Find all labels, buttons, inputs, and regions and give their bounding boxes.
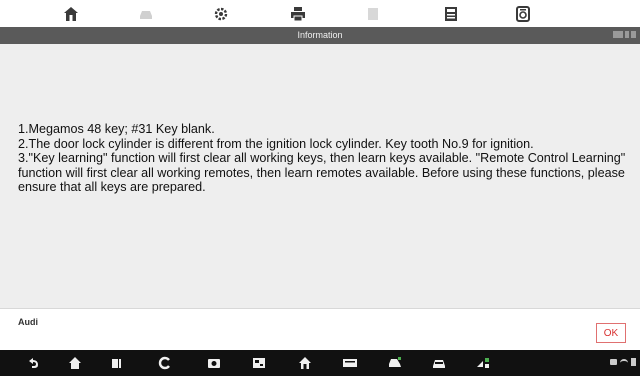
information-panel: 1.Megamos 48 key; #31 Key blank. 2.The d… [0, 44, 640, 308]
information-text: 1.Megamos 48 key; #31 Key blank. 2.The d… [18, 122, 628, 195]
recent-apps-icon[interactable] [108, 354, 126, 372]
car-icon[interactable] [386, 354, 404, 372]
save-icon[interactable] [440, 3, 462, 25]
settings-icon[interactable] [210, 3, 232, 25]
vehicle-brand-label: Audi [18, 317, 38, 327]
maxisys-home-icon[interactable] [296, 354, 314, 372]
help-icon[interactable] [362, 3, 384, 25]
title-bar: Information [0, 27, 640, 44]
top-toolbar [0, 0, 640, 27]
page-title: Information [297, 30, 343, 40]
print-icon[interactable] [287, 3, 309, 25]
info-line-2: 2.The door lock cylinder is different fr… [18, 136, 534, 151]
system-status-area [610, 358, 636, 366]
vehicle-brand: Audi [18, 317, 38, 327]
battery-icon [631, 358, 636, 366]
network-icon[interactable] [474, 354, 492, 372]
message-icon [610, 359, 617, 365]
vci-icon[interactable] [250, 354, 268, 372]
info-line-3: 3."Key learning" function will first cle… [18, 151, 626, 195]
back-icon[interactable] [24, 354, 42, 372]
title-bar-status-icons [613, 31, 636, 38]
shop-icon[interactable] [430, 354, 448, 372]
home-icon[interactable] [60, 3, 82, 25]
ok-button[interactable]: OK [596, 323, 626, 343]
info-line-1: 1.Megamos 48 key; #31 Key blank. [18, 122, 215, 136]
screenshot-icon[interactable] [205, 354, 223, 372]
signal-icon [613, 31, 623, 38]
vehicle-icon[interactable] [135, 3, 157, 25]
browser-icon[interactable] [156, 354, 174, 372]
footer-bar: Audi OK [0, 308, 640, 350]
battery-icon [625, 31, 629, 38]
vci-status-icon[interactable] [341, 354, 359, 372]
wifi-icon [620, 359, 628, 365]
time-icon [631, 31, 636, 38]
home-icon[interactable] [66, 354, 84, 372]
data-logging-icon[interactable] [512, 3, 534, 25]
system-navigation-bar [0, 350, 640, 376]
